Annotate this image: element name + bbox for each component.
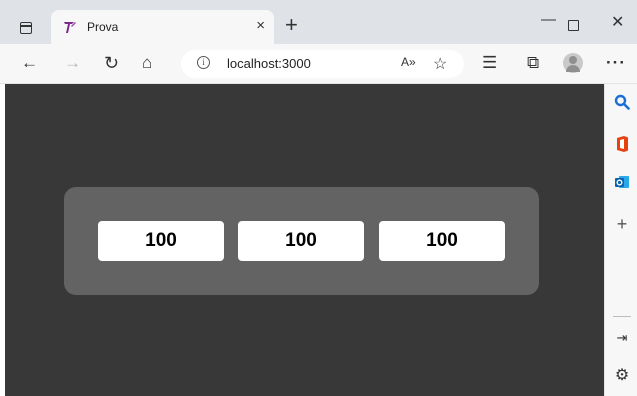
search-icon[interactable] [613, 94, 631, 115]
tab-strip: Prova × + — ✕ [0, 0, 637, 44]
tab-title: Prova [87, 20, 119, 34]
maximize-icon[interactable] [568, 20, 579, 31]
reload-icon[interactable]: ↻ [104, 52, 119, 74]
office-icon[interactable] [613, 135, 631, 158]
favorites-icon[interactable]: ☰ [482, 52, 497, 74]
sidebar-divider [613, 316, 631, 317]
browser-window: Prova × + — ✕ ← → ↻ ⌂ i localhost:3000 A… [0, 0, 637, 396]
value-box: 100 [98, 221, 224, 261]
forward-icon[interactable]: → [64, 52, 81, 74]
hide-sidebar-icon[interactable]: ⇥ [613, 329, 631, 347]
close-window-icon[interactable]: ✕ [611, 14, 624, 32]
new-tab-icon[interactable]: + [285, 14, 298, 36]
profile-avatar[interactable] [563, 53, 583, 73]
values-panel: 100 100 100 [64, 187, 539, 295]
sidebar-settings-icon[interactable]: ⚙ [613, 367, 631, 385]
browser-toolbar: ← → ↻ ⌂ i localhost:3000 A» ☆ ☰ ⧉ ··· [0, 44, 637, 84]
more-menu-icon[interactable]: ··· [606, 52, 626, 74]
home-icon[interactable]: ⌂ [142, 52, 152, 74]
url-text[interactable]: localhost:3000 [227, 56, 311, 71]
info-icon[interactable]: i [197, 56, 210, 69]
back-icon[interactable]: ← [21, 52, 38, 74]
add-sidebar-app-icon[interactable]: + [613, 215, 631, 233]
tab-close-icon[interactable]: × [256, 17, 265, 35]
tab-actions-icon[interactable] [20, 22, 32, 34]
read-aloud-icon[interactable]: A» [401, 55, 416, 69]
minimize-icon[interactable]: — [541, 11, 556, 29]
value-box: 100 [379, 221, 505, 261]
outlook-icon[interactable] [613, 174, 631, 195]
site-favicon-icon [64, 22, 76, 33]
tab-prova[interactable]: Prova × [51, 10, 274, 44]
collections-icon[interactable]: ⧉ [527, 52, 539, 74]
value-box: 100 [238, 221, 364, 261]
page-content: 100 100 100 [5, 84, 604, 396]
add-favorite-icon[interactable]: ☆ [433, 54, 447, 74]
edge-sidebar: + ⇥ ⚙ [604, 84, 637, 396]
address-bar[interactable]: i localhost:3000 A» ☆ [181, 50, 464, 78]
